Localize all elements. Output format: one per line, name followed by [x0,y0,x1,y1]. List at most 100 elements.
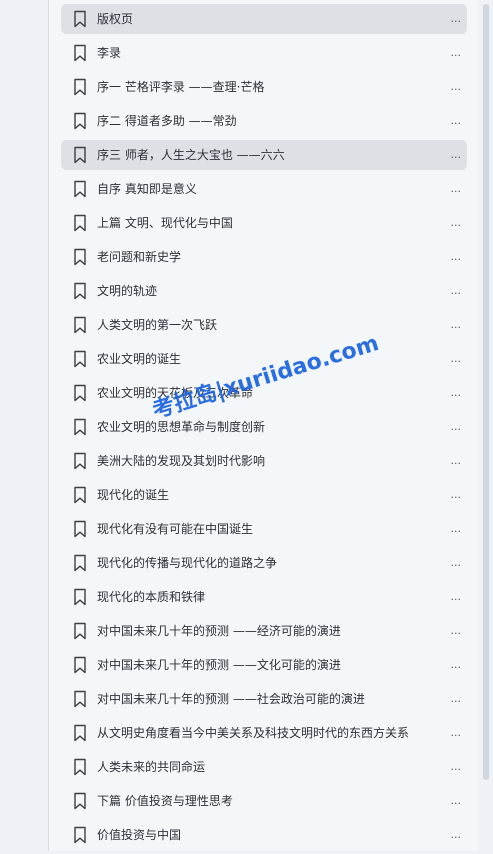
toc-item-label: 现代化的诞生 [97,488,170,502]
toc-item[interactable]: 人类未来的共同命运... [61,752,467,782]
more-options-button[interactable]: ... [451,548,462,578]
bookmark-icon[interactable] [72,316,88,334]
toc-item-label: 从文明史角度看当今中美关系及科技文明时代的东西方关系 [97,726,410,740]
bookmark-icon[interactable] [72,10,88,28]
more-options-button[interactable]: ... [451,4,462,34]
bookmark-icon[interactable] [72,214,88,232]
toc-item-label: 老问题和新史学 [97,250,182,264]
bookmark-icon[interactable] [72,690,88,708]
toc-item[interactable]: 农业文明的诞生... [61,344,467,374]
more-options-button[interactable]: ... [451,684,462,714]
toc-item-label: 农业文明的天花板及三次革命 [97,386,254,400]
more-options-button[interactable]: ... [451,820,462,850]
toc-item[interactable]: 价值投资与中国... [61,820,467,850]
toc-item[interactable]: 现代化有没有可能在中国诞生... [61,514,467,544]
bookmark-icon[interactable] [72,282,88,300]
toc-item-label: 序二 得道者多助 ——常劲 [97,114,237,128]
bookmark-icon[interactable] [72,350,88,368]
toc-item[interactable]: 上篇 文明、现代化与中国... [61,208,467,238]
more-options-button[interactable]: ... [451,106,462,136]
bookmark-icon[interactable] [72,656,88,674]
toc-item[interactable]: 现代化的传播与现代化的道路之争... [61,548,467,578]
toc-item[interactable]: 自序 真知即是意义... [61,174,467,204]
more-options-button[interactable]: ... [451,412,462,442]
more-options-button[interactable]: ... [451,344,462,374]
bookmark-icon[interactable] [72,486,88,504]
bookmark-icon[interactable] [72,724,88,742]
bookmark-icon[interactable] [72,146,88,164]
more-options-button[interactable]: ... [451,616,462,646]
bookmark-icon[interactable] [72,622,88,640]
toc-item[interactable]: 从文明史角度看当今中美关系及科技文明时代的东西方关系... [61,718,467,748]
bookmark-icon[interactable] [72,520,88,538]
toc-item-label: 人类未来的共同命运 [97,760,206,774]
bookmark-icon[interactable] [72,384,88,402]
toc-item[interactable]: 序二 得道者多助 ——常劲... [61,106,467,136]
toc-item[interactable]: 农业文明的思想革命与制度创新... [61,412,467,442]
toc-item[interactable]: 对中国未来几十年的预测 ——文化可能的演进... [61,650,467,680]
bookmark-icon[interactable] [72,588,88,606]
toc-item-label: 价值投资与中国 [97,828,182,842]
toc-item-label: 文明的轨迹 [97,284,158,298]
more-options-button[interactable]: ... [451,514,462,544]
toc-item-label: 序三 师者，人生之大宝也 ——六六 [97,148,285,162]
bookmark-icon[interactable] [72,758,88,776]
toc-item-label: 现代化的本质和铁律 [97,590,206,604]
more-options-button[interactable]: ... [451,582,462,612]
more-options-button[interactable]: ... [451,718,462,748]
more-options-button[interactable]: ... [451,38,462,68]
toc-item[interactable]: 美洲大陆的发现及其划时代影响... [61,446,467,476]
toc-item[interactable]: 序一 芒格评李录 ——查理·芒格... [61,72,467,102]
toc-item[interactable]: 农业文明的天花板及三次革命... [61,378,467,408]
toc-item[interactable]: 版权页... [61,4,467,34]
toc-item-label: 现代化的传播与现代化的道路之争 [97,556,278,570]
more-options-button[interactable]: ... [451,310,462,340]
bookmark-icon[interactable] [72,452,88,470]
toc-item[interactable]: 现代化的本质和铁律... [61,582,467,612]
toc-item-label: 对中国未来几十年的预测 ——社会政治可能的演进 [97,692,365,706]
more-options-button[interactable]: ... [451,650,462,680]
toc-item-label: 对中国未来几十年的预测 ——经济可能的演进 [97,624,341,638]
bookmark-icon[interactable] [72,248,88,266]
more-options-button[interactable]: ... [451,752,462,782]
scrollbar[interactable] [480,0,493,851]
bookmark-icon[interactable] [72,792,88,810]
toc-item-label: 农业文明的诞生 [97,352,182,366]
bookmark-icon[interactable] [72,418,88,436]
toc-item[interactable]: 文明的轨迹... [61,276,467,306]
toc-item-label: 自序 真知即是意义 [97,182,197,196]
scrollbar-thumb[interactable] [483,4,489,780]
bookmark-icon[interactable] [72,554,88,572]
toc-list: 版权页... 李录... 序一 芒格评李录 ——查理·芒格... 序二 得道者多助 —… [61,4,467,854]
toc-item-label: 版权页 [97,12,134,26]
more-options-button[interactable]: ... [451,378,462,408]
toc-item[interactable]: 对中国未来几十年的预测 ——社会政治可能的演进... [61,684,467,714]
toc-panel: 版权页... 李录... 序一 芒格评李录 ——查理·芒格... 序二 得道者多助 —… [49,0,478,851]
toc-item[interactable]: 序三 师者，人生之大宝也 ——六六... [61,140,467,170]
more-options-button[interactable]: ... [451,72,462,102]
more-options-button[interactable]: ... [451,480,462,510]
bookmark-icon[interactable] [72,112,88,130]
toc-item[interactable]: 下篇 价值投资与理性思考... [61,786,467,816]
toc-item[interactable]: 李录... [61,38,467,68]
more-options-button[interactable]: ... [451,446,462,476]
toc-item[interactable]: 老问题和新史学... [61,242,467,272]
bookmark-icon[interactable] [72,44,88,62]
more-options-button[interactable]: ... [451,786,462,816]
toc-item[interactable]: 现代化的诞生... [61,480,467,510]
toc-item[interactable]: 人类文明的第一次飞跃... [61,310,467,340]
more-options-button[interactable]: ... [451,174,462,204]
more-options-button[interactable]: ... [451,242,462,272]
bookmark-icon[interactable] [72,826,88,844]
toc-item-label: 人类文明的第一次飞跃 [97,318,218,332]
toc-item-label: 农业文明的思想革命与制度创新 [97,420,266,434]
toc-item-label: 对中国未来几十年的预测 ——文化可能的演进 [97,658,341,672]
toc-item[interactable]: 对中国未来几十年的预测 ——经济可能的演进... [61,616,467,646]
more-options-button[interactable]: ... [451,140,462,170]
more-options-button[interactable]: ... [451,276,462,306]
bookmark-icon[interactable] [72,78,88,96]
bookmark-icon[interactable] [72,180,88,198]
more-options-button[interactable]: ... [451,208,462,238]
toc-item-label: 序一 芒格评李录 ——查理·芒格 [97,80,265,94]
toc-item-label: 美洲大陆的发现及其划时代影响 [97,454,266,468]
